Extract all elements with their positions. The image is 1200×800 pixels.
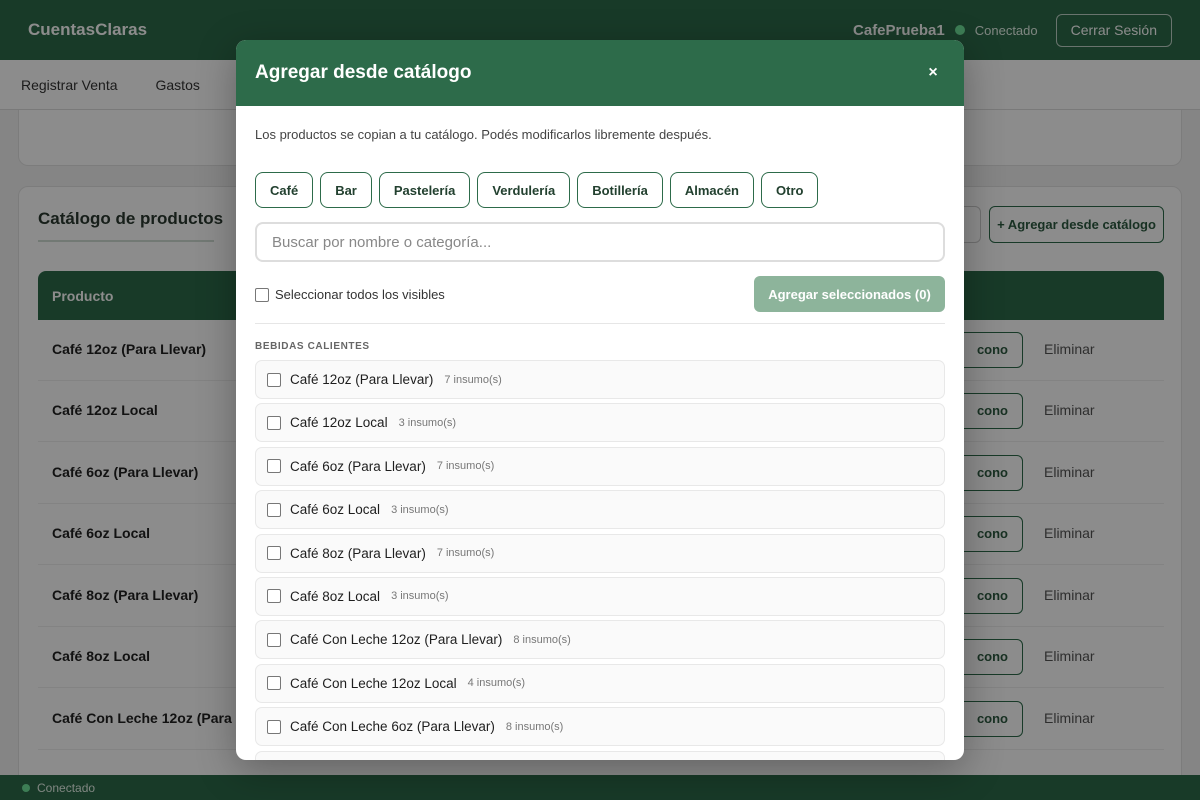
category-chip-almacen[interactable]: Almacén: [669, 172, 755, 208]
list-item[interactable]: Café Con Leche 6oz (Para Llevar) 8 insum…: [255, 707, 945, 747]
category-chip-bar[interactable]: Bar: [320, 172, 372, 208]
catalog-search-input[interactable]: [255, 222, 945, 262]
product-name: Café 12oz Local: [290, 415, 388, 431]
list-item[interactable]: Café Con Leche 12oz (Para Llevar) 8 insu…: [255, 620, 945, 660]
product-checkbox[interactable]: [267, 502, 281, 517]
product-group-title: BEBIDAS CALIENTES: [255, 341, 370, 352]
product-name: Café Con Leche 12oz (Para Llevar): [290, 632, 503, 648]
product-name: Café 12oz (Para Llevar): [290, 372, 434, 387]
category-chip-pasteleria[interactable]: Pastelería: [378, 172, 471, 208]
category-chip-otro[interactable]: Otro: [761, 172, 819, 208]
select-all-checkbox[interactable]: [255, 287, 269, 302]
product-name: Café 6oz Local: [290, 502, 381, 518]
product-name: Café Con Leche 6oz (Para Llevar): [290, 719, 495, 735]
product-checkbox[interactable]: [267, 719, 281, 734]
product-name: Café 8oz Local: [290, 588, 381, 604]
modal-description: Los productos se copian a tu catálogo. P…: [255, 127, 712, 142]
category-chip-botilleria[interactable]: Botillería: [577, 172, 663, 208]
product-checkbox[interactable]: [267, 415, 281, 430]
product-ingredients-count: 3 insumo(s): [391, 590, 449, 603]
list-item[interactable]: Café 12oz Local 3 insumo(s): [255, 403, 945, 443]
list-item[interactable]: [255, 750, 945, 760]
list-item[interactable]: Café 8oz Local 3 insumo(s): [255, 576, 945, 616]
list-item[interactable]: Café 6oz (Para Llevar) 7 insumo(s): [255, 446, 945, 486]
modal-header: Agregar desde catálogo ×: [236, 40, 964, 106]
list-item[interactable]: Café 8oz (Para Llevar) 7 insumo(s): [255, 533, 945, 573]
add-from-catalog-modal: Agregar desde catálogo × Los productos s…: [236, 40, 964, 760]
add-selected-button[interactable]: Agregar seleccionados (0): [754, 276, 945, 312]
list-item[interactable]: Café 12oz (Para Llevar) 7 insumo(s): [255, 360, 945, 399]
product-checkbox[interactable]: [267, 676, 281, 691]
product-ingredients-count: 4 insumo(s): [467, 677, 526, 690]
product-name: Café 6oz (Para Llevar): [290, 458, 426, 474]
category-filter-chips: Café Bar Pastelería Verdulería Botillerí…: [255, 172, 819, 208]
modal-title: Agregar desde catálogo: [255, 62, 472, 83]
product-name: Café 8oz (Para Llevar): [290, 545, 426, 561]
divider: [255, 323, 945, 324]
product-name: Café Con Leche 12oz Local: [290, 675, 457, 691]
select-all-visible[interactable]: Seleccionar todos los visibles: [255, 287, 445, 302]
product-ingredients-count: 7 insumo(s): [436, 460, 495, 473]
category-chip-verduleria[interactable]: Verdulería: [477, 172, 571, 208]
product-checkbox[interactable]: [267, 372, 281, 387]
product-ingredients-count: 3 insumo(s): [391, 503, 449, 516]
category-chip-cafe[interactable]: Café: [255, 172, 314, 208]
product-checkbox[interactable]: [267, 459, 281, 474]
product-ingredients-count: 8 insumo(s): [513, 633, 571, 646]
product-checkbox[interactable]: [267, 632, 281, 647]
product-ingredients-count: 7 insumo(s): [444, 373, 502, 386]
product-ingredients-count: 8 insumo(s): [505, 720, 564, 733]
list-item[interactable]: Café 6oz Local 3 insumo(s): [255, 490, 945, 530]
product-ingredients-count: 3 insumo(s): [398, 416, 457, 429]
product-ingredients-count: 7 insumo(s): [436, 547, 495, 560]
product-checkbox[interactable]: [267, 546, 281, 561]
close-icon[interactable]: ×: [921, 61, 945, 85]
product-checkbox[interactable]: [267, 589, 281, 604]
select-all-label: Seleccionar todos los visibles: [275, 287, 445, 302]
product-list: Café 12oz (Para Llevar) 7 insumo(s) Café…: [255, 360, 945, 760]
list-item[interactable]: Café Con Leche 12oz Local 4 insumo(s): [255, 663, 945, 703]
